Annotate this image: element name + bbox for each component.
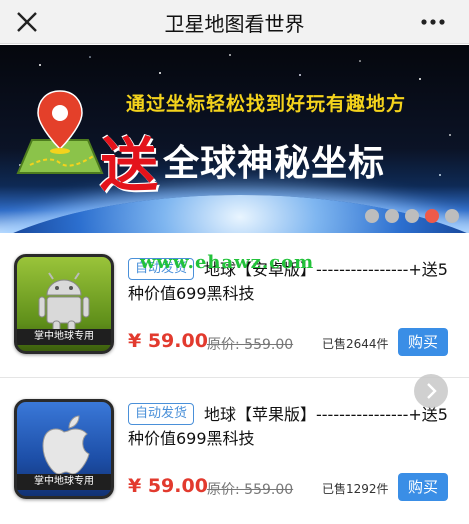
thumbnail-label: 掌中地球专用 — [17, 474, 111, 490]
more-dots-icon[interactable] — [419, 12, 447, 32]
carousel-dot-active[interactable] — [425, 209, 439, 223]
banner-headline-text: 全球神秘坐标 — [163, 143, 386, 184]
page-title: 卫星地图看世界 — [164, 12, 305, 36]
product-card[interactable]: 掌中地球专用 地球【苹果版】----------------+送5种价值699黑… — [0, 379, 469, 523]
map-pin-icon — [16, 90, 104, 174]
product-price: ¥ 59.00 — [128, 330, 208, 352]
product-thumbnail[interactable]: 掌中地球专用 — [14, 254, 114, 354]
product-price: ¥ 59.00 — [128, 475, 208, 497]
carousel-dot[interactable] — [405, 209, 419, 223]
original-price: 原价: 559.00 — [207, 337, 294, 353]
next-arrow-button[interactable] — [414, 374, 448, 408]
sold-count: 已售2644件 — [322, 337, 389, 351]
banner-headline: 送 全球神秘坐标 — [100, 118, 385, 202]
product-thumbnail[interactable]: 掌中地球专用 — [14, 399, 114, 499]
carousel-dots — [365, 209, 459, 223]
carousel-dot[interactable] — [385, 209, 399, 223]
buy-button[interactable]: 购买 — [398, 328, 448, 356]
buy-button[interactable]: 购买 — [398, 473, 448, 501]
banner-headline-highlight: 送 — [100, 131, 159, 199]
watermark-text: www.ehawz.com — [140, 252, 315, 273]
carousel-dot[interactable] — [445, 209, 459, 223]
sold-count: 已售1292件 — [322, 482, 389, 496]
original-price: 原价: 559.00 — [207, 482, 294, 498]
carousel-dot[interactable] — [365, 209, 379, 223]
thumbnail-label: 掌中地球专用 — [17, 329, 111, 345]
top-bar: 卫星地图看世界 — [0, 0, 469, 44]
auto-delivery-tag: 自动发货 — [128, 403, 195, 425]
banner-subtitle: 通过坐标轻松找到好玩有趣地方 — [126, 93, 407, 115]
chevron-right-icon — [427, 383, 437, 399]
promo-banner[interactable]: 通过坐标轻松找到好玩有趣地方 送 全球神秘坐标 — [0, 45, 469, 233]
